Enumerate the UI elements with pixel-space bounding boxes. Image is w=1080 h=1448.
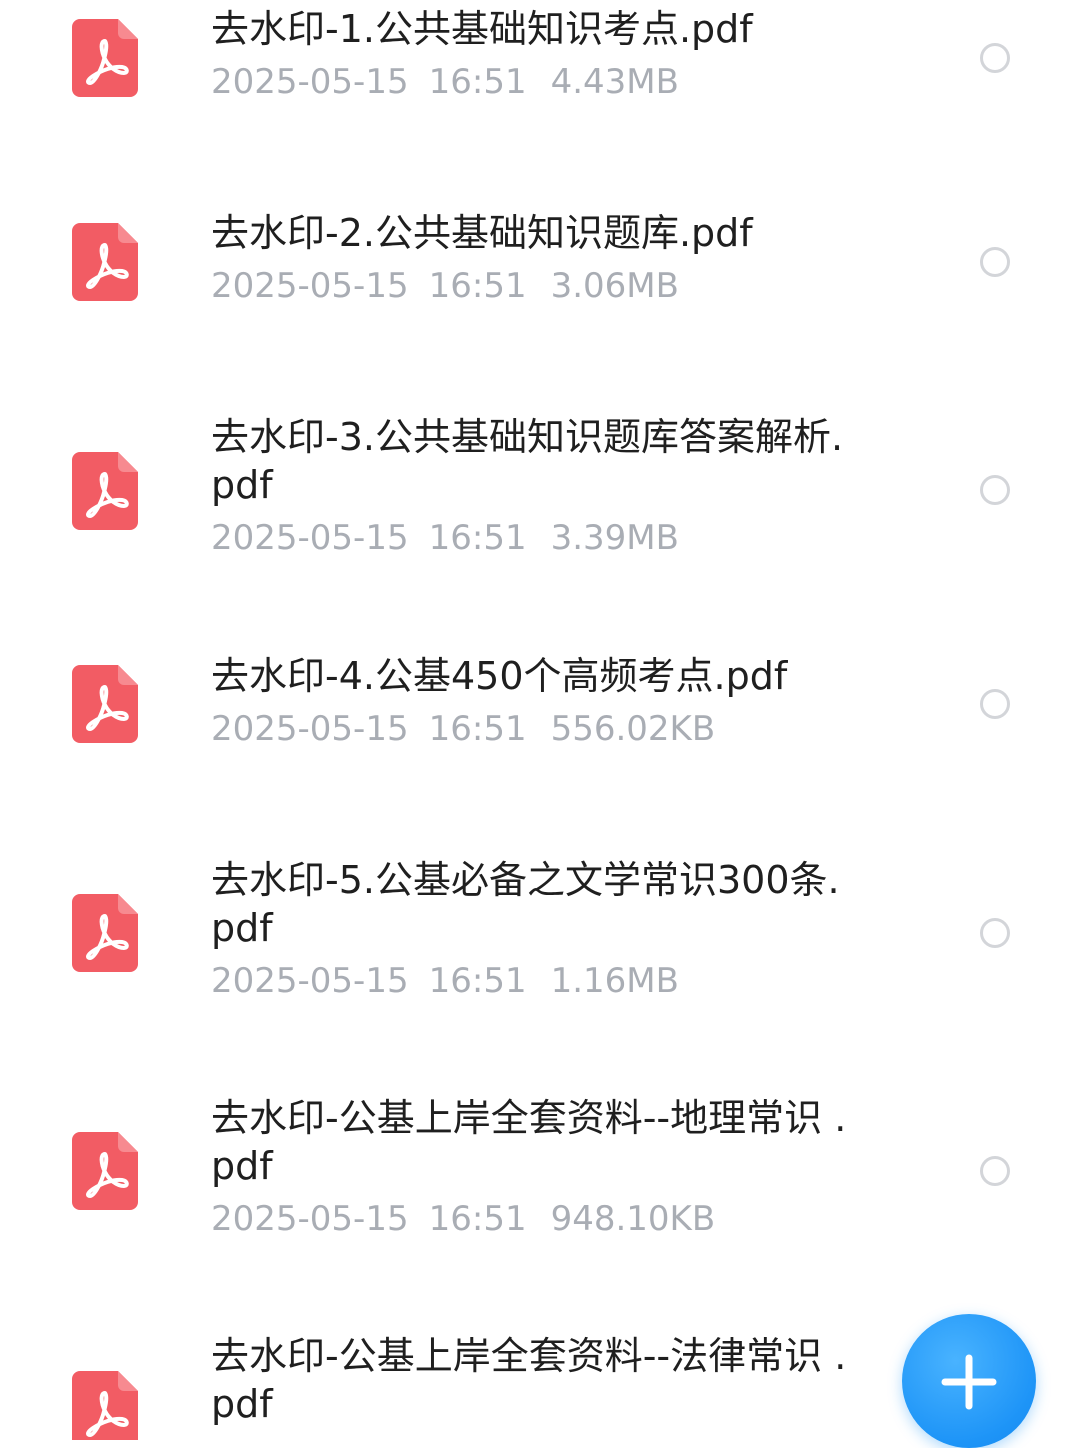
file-name: 去水印-2.公共基础知识题库.pdf xyxy=(211,211,753,255)
pdf-icon xyxy=(72,19,138,97)
list-item[interactable]: 去水印-2.公共基础知识题库.pdf 2025-05-15 16:51 3.06MB xyxy=(0,200,1080,360)
file-size: 1.16MB xyxy=(550,961,679,1001)
file-date: 2025-05-15 xyxy=(211,518,409,558)
list-item-text: 去水印-4.公基450个高频考点.pdf 2025-05-15 16:51 556.… xyxy=(211,652,861,750)
file-time: 16:51 xyxy=(428,961,527,1001)
add-button[interactable] xyxy=(902,1314,1036,1448)
pdf-icon xyxy=(72,665,138,743)
list-item-text: 去水印-公基上岸全套资料--法律常识 .pdf xyxy=(211,1332,861,1428)
list-item-text: 去水印-2.公共基础知识题库.pdf 2025-05-15 16:51 3.06MB xyxy=(211,209,861,307)
pdf-icon xyxy=(72,223,138,301)
select-radio[interactable] xyxy=(980,918,1010,948)
file-size: 948.10KB xyxy=(550,1199,716,1239)
file-time: 16:51 xyxy=(428,1199,527,1239)
file-time: 16:51 xyxy=(428,266,527,306)
file-date: 2025-05-15 xyxy=(211,709,409,749)
file-name: 去水印-5.公基必备之文学常识300条.pdf xyxy=(211,858,840,950)
file-date: 2025-05-15 xyxy=(211,266,409,306)
file-time: 16:51 xyxy=(428,518,527,558)
file-name: 去水印-公基上岸全套资料--地理常识 .pdf xyxy=(211,1096,847,1188)
file-time: 16:51 xyxy=(428,709,527,749)
file-meta: 2025-05-15 16:51 948.10KB xyxy=(211,1198,861,1240)
file-name: 去水印-4.公基450个高频考点.pdf xyxy=(211,654,788,698)
list-item-text: 去水印-1.公共基础知识考点.pdf 2025-05-15 16:51 4.43MB xyxy=(211,5,861,103)
file-date: 2025-05-15 xyxy=(211,1199,409,1239)
list-item-text: 去水印-3.公共基础知识题库答案解析.pdf 2025-05-15 16:51 3.… xyxy=(211,413,861,559)
file-meta: 2025-05-15 16:51 4.43MB xyxy=(211,61,861,103)
select-radio[interactable] xyxy=(980,475,1010,505)
select-radio[interactable] xyxy=(980,43,1010,73)
file-name: 去水印-3.公共基础知识题库答案解析.pdf xyxy=(211,415,844,507)
plus-icon xyxy=(941,1354,997,1410)
pdf-icon xyxy=(72,452,138,530)
list-item[interactable]: 去水印-公基上岸全套资料--地理常识 .pdf 2025-05-15 16:51 9… xyxy=(0,1088,1080,1288)
list-item-text: 去水印-公基上岸全套资料--地理常识 .pdf 2025-05-15 16:51 9… xyxy=(211,1094,861,1240)
select-radio[interactable] xyxy=(980,247,1010,277)
file-name: 去水印-公基上岸全套资料--法律常识 .pdf xyxy=(211,1334,847,1426)
pdf-icon xyxy=(72,1132,138,1210)
pdf-icon xyxy=(72,894,138,972)
list-item[interactable]: 去水印-4.公基450个高频考点.pdf 2025-05-15 16:51 556.… xyxy=(0,645,1080,805)
select-radio[interactable] xyxy=(980,1156,1010,1186)
file-time: 16:51 xyxy=(428,62,527,102)
file-date: 2025-05-15 xyxy=(211,62,409,102)
list-item-text: 去水印-5.公基必备之文学常识300条.pdf 2025-05-15 16:51 1… xyxy=(211,856,861,1002)
list-item[interactable]: 去水印-1.公共基础知识考点.pdf 2025-05-15 16:51 4.43MB xyxy=(0,0,1080,160)
file-size: 556.02KB xyxy=(550,709,716,749)
file-size: 3.06MB xyxy=(550,266,679,306)
file-meta: 2025-05-15 16:51 1.16MB xyxy=(211,960,861,1002)
file-meta: 2025-05-15 16:51 556.02KB xyxy=(211,708,861,750)
list-item[interactable]: 去水印-5.公基必备之文学常识300条.pdf 2025-05-15 16:51 1… xyxy=(0,848,1080,1048)
file-meta: 2025-05-15 16:51 3.06MB xyxy=(211,265,861,307)
file-date: 2025-05-15 xyxy=(211,961,409,1001)
file-size: 3.39MB xyxy=(550,518,679,558)
list-item[interactable]: 去水印-3.公共基础知识题库答案解析.pdf 2025-05-15 16:51 3.… xyxy=(0,405,1080,605)
file-name: 去水印-1.公共基础知识考点.pdf xyxy=(211,7,753,51)
pdf-icon xyxy=(72,1371,138,1440)
select-radio[interactable] xyxy=(980,689,1010,719)
file-meta: 2025-05-15 16:51 3.39MB xyxy=(211,517,861,559)
file-list: 去水印-1.公共基础知识考点.pdf 2025-05-15 16:51 4.43MB… xyxy=(0,0,1080,1440)
file-size: 4.43MB xyxy=(550,62,679,102)
